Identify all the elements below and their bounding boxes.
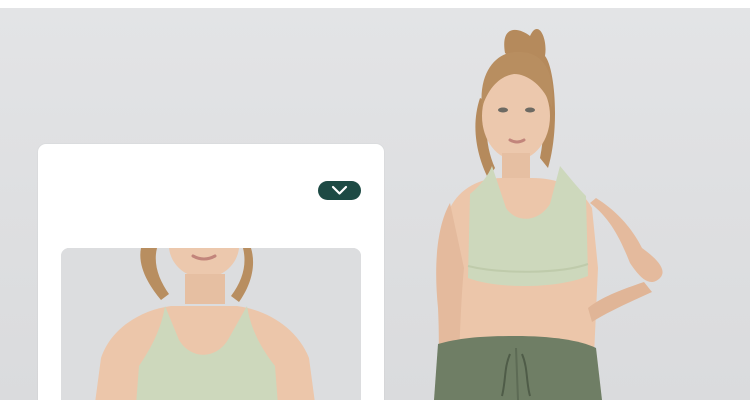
thumbnail-illustration xyxy=(61,248,361,400)
expand-toggle-button[interactable] xyxy=(318,181,361,200)
product-card xyxy=(38,144,384,400)
hero-model-image xyxy=(434,28,663,400)
chevron-down-icon xyxy=(331,185,348,195)
product-thumbnail-image xyxy=(61,248,361,400)
page xyxy=(0,0,750,400)
